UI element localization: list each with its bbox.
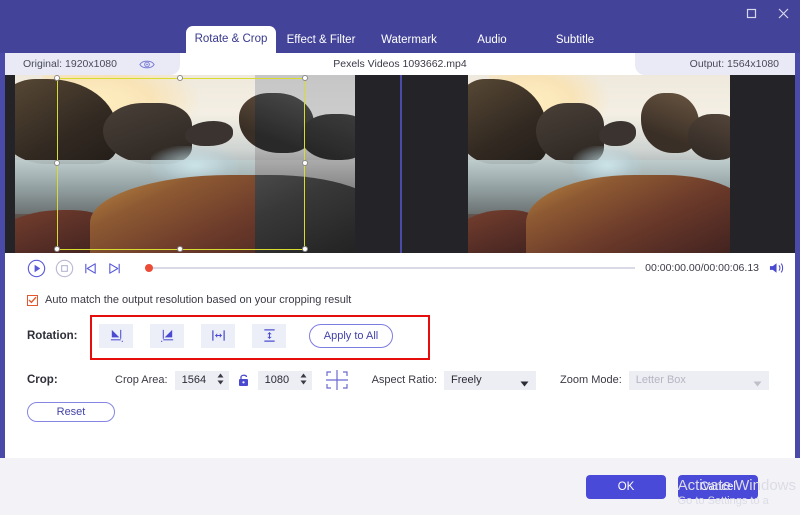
seek-playhead[interactable] (145, 264, 153, 272)
footer-bar: Activate Windows Go to Settings to a OK … (0, 458, 800, 515)
maximize-button[interactable] (740, 3, 762, 23)
zoom-mode-value: Letter Box (635, 374, 686, 386)
close-button[interactable] (772, 3, 794, 23)
settings-section: Auto match the output resolution based o… (5, 283, 795, 422)
seek-bar[interactable] (145, 261, 636, 275)
tab-audio[interactable]: Audio (452, 34, 532, 53)
original-resolution-label: Original: 1920x1080 (23, 58, 117, 70)
main-panel: Pexels Videos 1093662.mp4 Original: 1920… (5, 53, 795, 458)
auto-match-label: Auto match the output resolution based o… (45, 294, 352, 306)
volume-icon[interactable] (769, 261, 785, 275)
zoom-mode-select: Letter Box (628, 370, 769, 390)
crop-label: Crop: (27, 374, 58, 386)
rotate-right-icon[interactable] (150, 323, 184, 348)
tab-bar: Rotate & Crop Effect & Filter Watermark … (0, 26, 800, 53)
auto-match-checkbox[interactable] (27, 294, 38, 306)
crop-area-label: Crop Area: (115, 374, 168, 386)
title-bar (0, 0, 800, 26)
crop-handle-top-left[interactable] (54, 75, 60, 81)
aspect-ratio-select[interactable]: Freely (444, 370, 537, 390)
crop-width-input[interactable]: 1564 (174, 370, 229, 390)
timecode-label: 00:00:00.00/00:00:06.13 (645, 262, 759, 274)
preview-divider (400, 75, 402, 253)
tab-watermark[interactable]: Watermark (366, 34, 452, 53)
auto-match-row: Auto match the output resolution based o… (5, 291, 795, 309)
crop-position-icon[interactable] (324, 369, 350, 391)
crop-handle-bottom-center[interactable] (177, 246, 183, 252)
crop-row: Crop: Crop Area: 1564 1080 Aspect Ratio:… (5, 366, 795, 394)
flip-vertical-icon[interactable] (252, 323, 286, 348)
crop-width-stepper[interactable] (217, 373, 224, 385)
output-preview (400, 75, 795, 253)
output-resolution-chip: Output: 1564x1080 (635, 53, 795, 75)
zoom-mode-label: Zoom Mode: (560, 374, 622, 386)
output-resolution-label: Output: 1564x1080 (689, 58, 779, 70)
crop-handle-top-center[interactable] (177, 75, 183, 81)
ok-button[interactable]: OK (586, 474, 666, 499)
preview-area (5, 75, 795, 253)
crop-height-input[interactable]: 1080 (257, 370, 312, 390)
video-editor-window: Rotate & Crop Effect & Filter Watermark … (0, 0, 800, 515)
eye-icon[interactable] (139, 58, 155, 71)
rotation-label: Rotation: (27, 329, 78, 342)
next-frame-icon[interactable] (107, 261, 122, 276)
window-controls (740, 3, 794, 23)
original-resolution-chip: Original: 1920x1080 (5, 53, 180, 75)
rotation-row: Rotation: Apply to All (5, 313, 795, 358)
tab-subtitle[interactable]: Subtitle (532, 34, 618, 53)
crop-handle-middle-left[interactable] (54, 160, 60, 166)
crop-handle-bottom-left[interactable] (54, 246, 60, 252)
tab-effect-filter[interactable]: Effect & Filter (276, 34, 366, 53)
crop-width-value: 1564 (181, 374, 207, 386)
play-icon[interactable] (27, 259, 46, 278)
preview-info-bar: Pexels Videos 1093662.mp4 Original: 1920… (5, 53, 795, 75)
playback-controls: 00:00:00.00/00:00:06.13 (5, 253, 795, 283)
crop-height-stepper[interactable] (300, 373, 307, 385)
apply-to-all-button[interactable]: Apply to All (309, 323, 393, 348)
stop-icon[interactable] (55, 259, 74, 278)
chevron-down-icon-zoom (753, 378, 762, 390)
lock-icon[interactable] (237, 373, 250, 387)
crop-rectangle[interactable] (54, 75, 308, 252)
seek-track (145, 267, 636, 269)
previous-frame-icon[interactable] (83, 261, 98, 276)
chevron-down-icon (520, 378, 529, 390)
aspect-ratio-value: Freely (451, 374, 482, 386)
crop-handle-middle-right[interactable] (302, 160, 308, 166)
crop-handle-bottom-right[interactable] (302, 246, 308, 252)
reset-row: Reset (5, 402, 795, 422)
output-video-frame (468, 75, 730, 253)
rotate-left-icon[interactable] (99, 323, 133, 348)
tab-rotate-crop[interactable]: Rotate & Crop (186, 26, 276, 53)
original-preview[interactable] (5, 75, 400, 253)
reset-button[interactable]: Reset (27, 402, 115, 422)
cancel-button[interactable]: Cancel (678, 474, 758, 499)
crop-height-value: 1080 (264, 374, 290, 386)
aspect-ratio-label: Aspect Ratio: (371, 374, 438, 386)
flip-horizontal-icon[interactable] (201, 323, 235, 348)
crop-handle-top-right[interactable] (302, 75, 308, 81)
